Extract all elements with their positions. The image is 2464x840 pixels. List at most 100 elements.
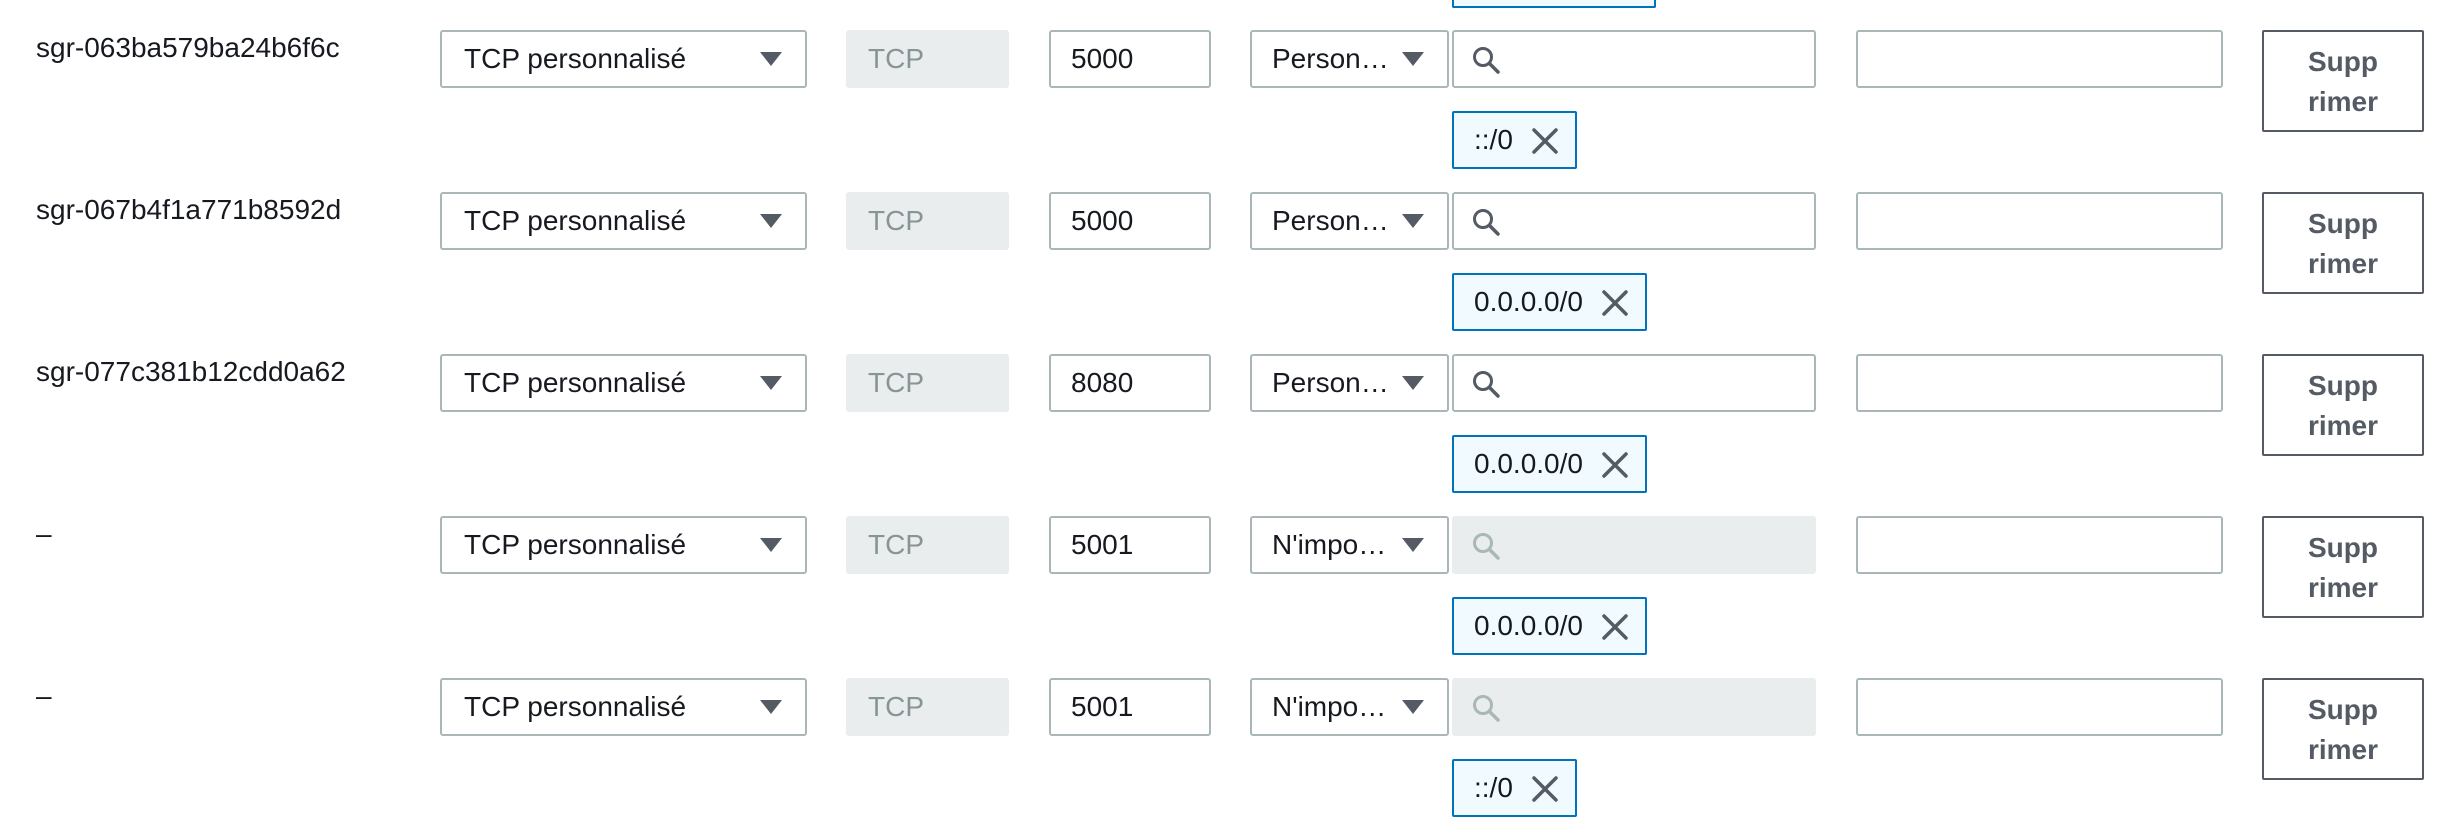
description-input[interactable] xyxy=(1856,678,2223,736)
type-select[interactable]: TCP personnalisé xyxy=(440,354,807,412)
caret-down-icon xyxy=(760,214,782,228)
source-type-value: Person… xyxy=(1272,205,1389,236)
source-search-input xyxy=(1452,516,1816,574)
previous-row-source-token xyxy=(1452,0,1656,8)
delete-label-line-2: rimer xyxy=(2307,410,2379,441)
delete-label-line-1: Supp xyxy=(2308,208,2378,239)
rule-row: – TCP personnalisé TCP 5001 N'impo… Supp xyxy=(0,516,2464,678)
type-select[interactable]: TCP personnalisé xyxy=(440,678,807,736)
delete-rule-button[interactable]: Supp rimer xyxy=(2262,516,2424,618)
delete-rule-button[interactable]: Supp rimer xyxy=(2262,354,2424,456)
search-icon xyxy=(1473,533,1500,560)
source-token-label: ::/0 xyxy=(1474,772,1513,803)
caret-down-icon xyxy=(1402,214,1424,228)
port-range-value: 5001 xyxy=(1071,691,1134,722)
source-type-value: N'impo… xyxy=(1272,529,1387,560)
type-select-value: TCP personnalisé xyxy=(464,529,687,560)
type-select-value: TCP personnalisé xyxy=(464,367,687,398)
port-range-input[interactable]: 5000 xyxy=(1049,192,1211,250)
description-input[interactable] xyxy=(1856,30,2223,88)
close-icon[interactable] xyxy=(1531,775,1559,803)
search-icon xyxy=(1473,47,1500,74)
source-type-select[interactable]: Person… xyxy=(1250,30,1449,88)
caret-down-icon xyxy=(1402,700,1424,714)
delete-rule-button[interactable]: Supp rimer xyxy=(2262,30,2424,132)
source-search-input[interactable] xyxy=(1452,30,1816,88)
caret-down-icon xyxy=(760,538,782,552)
type-select[interactable]: TCP personnalisé xyxy=(440,192,807,250)
delete-label-line-2: rimer xyxy=(2307,248,2379,279)
rule-id: – xyxy=(36,518,52,549)
close-icon[interactable] xyxy=(1531,127,1559,155)
source-token-label: 0.0.0.0/0 xyxy=(1474,448,1583,479)
description-input[interactable] xyxy=(1856,354,2223,412)
protocol-value: TCP xyxy=(868,43,924,74)
port-range-input[interactable]: 5001 xyxy=(1049,678,1211,736)
source-type-select[interactable]: N'impo… xyxy=(1250,516,1449,574)
port-range-value: 5000 xyxy=(1071,43,1134,74)
type-select-value: TCP personnalisé xyxy=(464,691,687,722)
caret-down-icon xyxy=(760,700,782,714)
source-token-label: 0.0.0.0/0 xyxy=(1474,610,1583,641)
type-select-value: TCP personnalisé xyxy=(464,43,687,74)
type-select-value: TCP personnalisé xyxy=(464,205,687,236)
source-type-value: Person… xyxy=(1272,367,1389,398)
caret-down-icon xyxy=(760,376,782,390)
protocol-field: TCP xyxy=(846,354,1009,412)
source-token: 0.0.0.0/0 xyxy=(1452,435,1647,493)
source-token: ::/0 xyxy=(1452,759,1577,817)
port-range-value: 5001 xyxy=(1071,529,1134,560)
protocol-field: TCP xyxy=(846,192,1009,250)
caret-down-icon xyxy=(760,52,782,66)
source-search-input xyxy=(1452,678,1816,736)
delete-rule-button[interactable]: Supp rimer xyxy=(2262,678,2424,780)
source-type-value: Person… xyxy=(1272,43,1389,74)
source-search-input[interactable] xyxy=(1452,354,1816,412)
source-type-select[interactable]: Person… xyxy=(1250,354,1449,412)
delete-label-line-2: rimer xyxy=(2307,86,2379,117)
close-icon[interactable] xyxy=(1601,613,1629,641)
source-token-label: 0.0.0.0/0 xyxy=(1474,286,1583,317)
protocol-value: TCP xyxy=(868,691,924,722)
source-type-select[interactable]: Person… xyxy=(1250,192,1449,250)
search-icon xyxy=(1473,371,1500,398)
caret-down-icon xyxy=(1402,538,1424,552)
protocol-value: TCP xyxy=(868,205,924,236)
protocol-field: TCP xyxy=(846,678,1009,736)
delete-rule-button[interactable]: Supp rimer xyxy=(2262,192,2424,294)
delete-label-line-1: Supp xyxy=(2308,532,2378,563)
port-range-value: 8080 xyxy=(1071,367,1134,398)
protocol-field: TCP xyxy=(846,516,1009,574)
search-icon xyxy=(1473,695,1500,722)
caret-down-icon xyxy=(1402,52,1424,66)
protocol-value: TCP xyxy=(868,367,924,398)
source-token: 0.0.0.0/0 xyxy=(1452,273,1647,331)
source-type-value: N'impo… xyxy=(1272,691,1387,722)
type-select[interactable]: TCP personnalisé xyxy=(440,30,807,88)
rule-row: – TCP personnalisé TCP 5001 N'impo… Supp xyxy=(0,678,2464,840)
port-range-input[interactable]: 8080 xyxy=(1049,354,1211,412)
inbound-rules-list: sgr-063ba579ba24b6f6c TCP personnalisé T… xyxy=(0,0,2464,817)
type-select[interactable]: TCP personnalisé xyxy=(440,516,807,574)
port-range-input[interactable]: 5000 xyxy=(1049,30,1211,88)
search-icon xyxy=(1473,209,1500,236)
source-token-label: ::/0 xyxy=(1474,124,1513,155)
protocol-field: TCP xyxy=(846,30,1009,88)
rule-id: sgr-077c381b12cdd0a62 xyxy=(36,356,346,387)
source-search-input[interactable] xyxy=(1452,192,1816,250)
port-range-input[interactable]: 5001 xyxy=(1049,516,1211,574)
protocol-value: TCP xyxy=(868,529,924,560)
close-icon[interactable] xyxy=(1601,451,1629,479)
delete-label-line-2: rimer xyxy=(2307,734,2379,765)
rule-id: – xyxy=(36,680,52,711)
rule-row: sgr-077c381b12cdd0a62 TCP personnalisé T… xyxy=(0,354,2464,516)
description-input[interactable] xyxy=(1856,516,2223,574)
source-type-select[interactable]: N'impo… xyxy=(1250,678,1449,736)
caret-down-icon xyxy=(1402,376,1424,390)
description-input[interactable] xyxy=(1856,192,2223,250)
rule-id: sgr-067b4f1a771b8592d xyxy=(36,194,342,225)
port-range-value: 5000 xyxy=(1071,205,1134,236)
rule-id: sgr-063ba579ba24b6f6c xyxy=(36,32,340,63)
close-icon[interactable] xyxy=(1601,289,1629,317)
delete-label-line-1: Supp xyxy=(2308,46,2378,77)
